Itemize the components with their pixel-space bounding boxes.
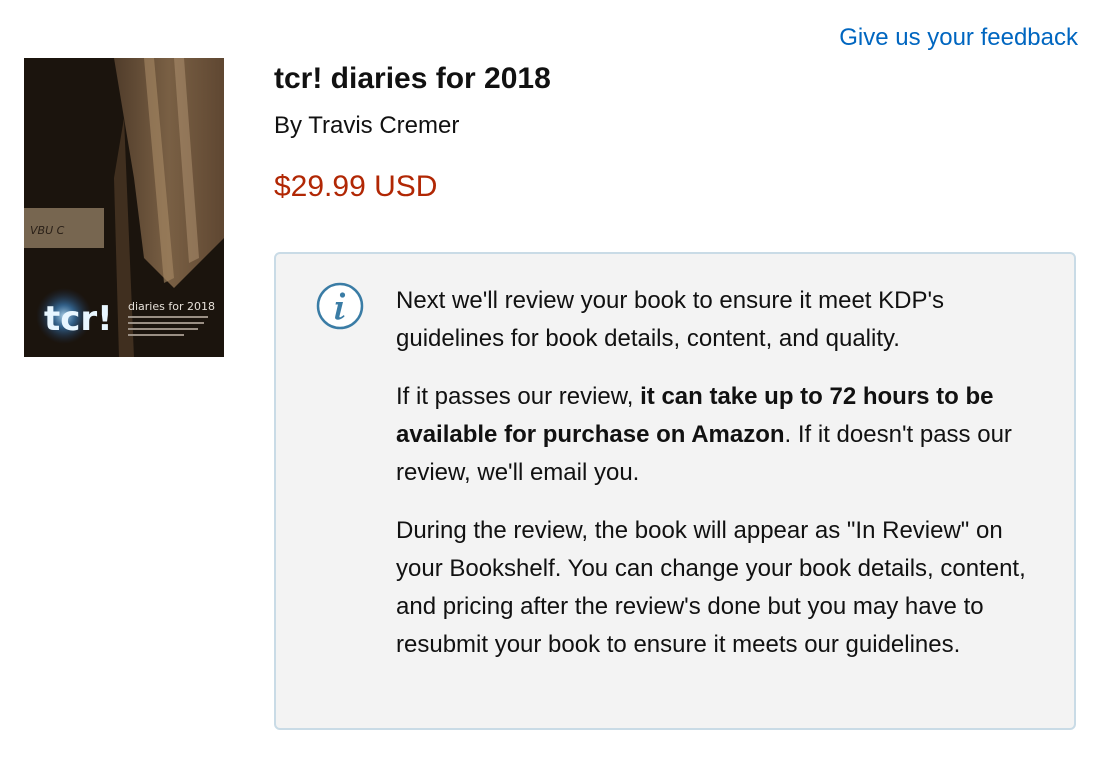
book-title: tcr! diaries for 2018: [274, 62, 551, 95]
book-price: $29.99 USD: [274, 170, 438, 203]
notice-paragraph-in-review: During the review, the book will appear …: [396, 517, 1026, 658]
book-cover-image: VBU C tcr! diaries for 2018: [24, 58, 224, 357]
cover-artwork: VBU C tcr! diaries for 2018: [24, 58, 224, 357]
cover-title-text: diaries for 2018: [128, 300, 215, 313]
publish-confirmation-page: Give us your feedback VBU C tcr! diaries…: [0, 0, 1108, 762]
cover-sticker-text: VBU C: [30, 224, 65, 237]
cover-tcr-logo: tcr!: [44, 299, 113, 339]
book-info: tcr! diaries for 2018 By Travis Cremer $…: [274, 58, 1084, 207]
review-notice-box: Next we'll review your book to ensure it…: [274, 252, 1076, 730]
feedback-link[interactable]: Give us your feedback: [839, 24, 1078, 52]
notice-text: Next we'll review your book to ensure it…: [396, 282, 1046, 664]
notice-paragraph-review: Next we'll review your book to ensure it…: [396, 287, 945, 352]
notice-availability-lead: If it passes our review,: [396, 383, 641, 410]
notice-paragraph-availability: If it passes our review, it can take up …: [396, 378, 1046, 492]
book-author: By Travis Cremer: [274, 112, 460, 139]
info-icon: [316, 282, 364, 330]
